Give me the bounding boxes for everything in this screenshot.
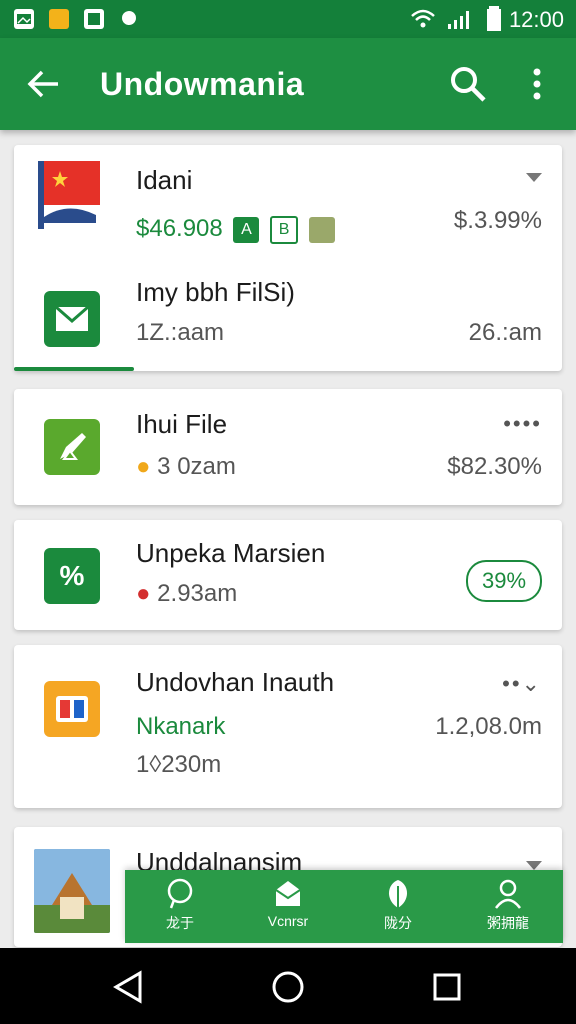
- item-value: 26.:am: [468, 319, 542, 346]
- app-bar: Undowmania: [0, 38, 576, 130]
- nav-item-mail[interactable]: Vcnrsr: [233, 878, 343, 938]
- item-time-value: 2.93am: [157, 580, 238, 607]
- dot-icon: [122, 11, 136, 25]
- nav-item-chat[interactable]: 龙于: [125, 878, 235, 938]
- card-accent: [14, 367, 134, 371]
- item-price-value: $46.908: [136, 215, 223, 242]
- nav-label: 龙于: [166, 915, 194, 931]
- item-time: ● 3 0zam: [136, 453, 236, 481]
- list-card[interactable]: Ihui File •••• ● 3 0zam $82.30%: [14, 389, 562, 505]
- page-title: Undowmania: [100, 66, 305, 102]
- back-arrow-icon[interactable]: [26, 66, 62, 102]
- store-app-icon: [44, 681, 100, 737]
- nav-label: Vcnrsr: [267, 913, 309, 929]
- item-price: $46.908 A B: [136, 215, 335, 244]
- signal-icon: [448, 11, 469, 29]
- nav-label: 粥拥龍: [487, 915, 529, 931]
- mail-app-icon: [44, 291, 100, 347]
- list-card[interactable]: % Unpeka Marsien ● 2.93am 39%: [14, 520, 562, 630]
- item-time: 1◊230m: [136, 751, 222, 778]
- chevron-down-icon[interactable]: [526, 173, 542, 182]
- item-time: ● 2.93am: [136, 580, 237, 608]
- wifi-icon: [411, 9, 435, 28]
- list-card[interactable]: Undovhan Inauth ••⌄ Nkanark 1.2,08.0m 1◊…: [14, 645, 562, 808]
- nav-label: 陇分: [384, 915, 412, 931]
- percent-app-icon: %: [44, 548, 100, 604]
- search-icon[interactable]: [448, 64, 488, 104]
- edit-app-icon: [44, 419, 100, 475]
- battery-icon: [487, 6, 501, 31]
- system-navigation-bar: [0, 948, 576, 1024]
- chat-icon: [167, 878, 193, 909]
- chevron-down-icon[interactable]: [526, 861, 542, 870]
- item-time: 1Z.:aam: [136, 319, 225, 346]
- location-pin-icon: ●: [136, 453, 151, 480]
- status-time: 12:00: [508, 7, 564, 32]
- more-horiz-icon[interactable]: ••⌄: [502, 671, 542, 697]
- badge-b: B: [270, 215, 299, 244]
- notification-icon: [49, 9, 69, 29]
- list-card[interactable]: Idani $46.908 A B $.3.99% Imy bbh FilSi)…: [14, 145, 562, 371]
- nav-item-leaf[interactable]: 陇分: [343, 878, 453, 938]
- more-vert-icon[interactable]: [525, 64, 549, 104]
- location-pin-icon: ●: [136, 580, 151, 607]
- photo-thumbnail-icon: [34, 849, 110, 933]
- image-icon: [14, 9, 34, 29]
- mail-icon: [275, 881, 301, 906]
- item-time-value: 3 0zam: [157, 453, 236, 480]
- item-title: Undovhan Inauth: [136, 667, 335, 697]
- item-title: Imy bbh FilSi): [136, 277, 295, 307]
- nav-item-profile[interactable]: 粥拥龍: [453, 878, 563, 938]
- back-nav-icon[interactable]: [112, 970, 144, 1004]
- gallery-icon: [84, 9, 104, 29]
- flag-app-icon: [38, 161, 100, 229]
- item-label: Nkanark: [136, 713, 226, 740]
- item-change: $.3.99%: [453, 207, 542, 234]
- profile-icon: [495, 879, 521, 909]
- item-title: Idani: [136, 165, 193, 195]
- item-value: $82.30%: [447, 453, 542, 480]
- home-nav-icon[interactable]: [271, 970, 305, 1004]
- item-title: Unpeka Marsien: [136, 538, 326, 568]
- leaf-icon: [388, 880, 408, 908]
- percent-badge: 39%: [466, 560, 542, 602]
- bottom-navigation: 龙于 Vcnrsr 陇分 粥拥龍: [125, 870, 563, 943]
- item-value: 1.2,08.0m: [435, 713, 542, 740]
- status-bar: 12:00: [0, 0, 576, 38]
- badge-c-icon: [308, 216, 335, 243]
- badge-a: A: [233, 216, 260, 243]
- item-title: Ihui File: [136, 409, 228, 439]
- recents-nav-icon[interactable]: [432, 972, 462, 1002]
- more-horiz-icon[interactable]: ••••: [503, 411, 542, 437]
